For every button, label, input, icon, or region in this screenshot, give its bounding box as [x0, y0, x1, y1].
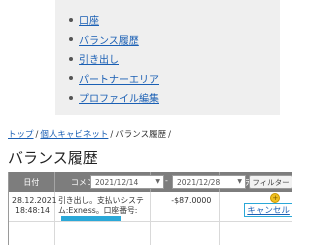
row-time: 18:48:14	[15, 206, 51, 215]
breadcrumb-separator: /	[35, 130, 39, 140]
bullet-icon	[69, 17, 73, 22]
breadcrumb-top-link[interactable]: トップ	[8, 130, 34, 140]
row-date-cell: 28.12.2021 18:48:14	[9, 192, 57, 221]
table-row: 28.12.2021 18:48:14 引き出し。支払いシステ ム:Exness…	[9, 192, 292, 222]
menu-item-partner-area: パートナーエリア	[69, 69, 280, 89]
menu-item-withdrawal: 引き出し	[69, 49, 280, 69]
breadcrumb-cabinet-link[interactable]: 個人キャビネット	[40, 130, 108, 140]
cancel-withdrawal-link[interactable]: キャンセル	[244, 203, 292, 217]
bullet-icon	[69, 95, 73, 100]
date-range-separator: -	[165, 176, 168, 185]
row-date-cell	[9, 222, 55, 245]
menu-item-profile-edit: プロファイル編集	[69, 88, 280, 108]
menu-item-accounts: 口座	[69, 10, 280, 30]
filter-button[interactable]: フィルター	[249, 175, 292, 189]
table-body: 28.12.2021 18:48:14 引き出し。支払いシステ ム:Exness…	[9, 192, 292, 245]
bullet-icon	[69, 56, 73, 61]
balance-history-table: 日付 コメント 量 ステータス 2021/12/14 ▼ - 2021/12/2…	[8, 172, 292, 245]
row-comment-cell: 引き出し。支払いシステ ム:Exness。口座番号:	[55, 192, 151, 221]
menu-link-balance-history[interactable]: バランス履歴	[79, 32, 139, 47]
pending-status-icon: +	[270, 193, 281, 203]
row-amount: -$87.0000	[151, 192, 221, 221]
row-status-cell: + キャンセル	[220, 192, 292, 221]
row-comment-line1: 引き出し。支払いシステ	[58, 196, 144, 205]
date-from-select[interactable]: 2021/12/14 ▼	[90, 175, 164, 189]
breadcrumb-separator: /	[110, 130, 114, 140]
table-row	[9, 222, 292, 245]
menu-link-accounts[interactable]: 口座	[79, 12, 99, 27]
chevron-down-icon: ▼	[155, 178, 160, 185]
breadcrumb-current: バランス履歴	[115, 130, 167, 140]
menu-item-balance-history: バランス履歴	[69, 30, 280, 50]
date-to-value: 2021/12/28	[177, 177, 221, 187]
table-header: 日付 コメント 量 ステータス 2021/12/14 ▼ - 2021/12/2…	[9, 172, 292, 192]
row-comment-line2-wrap: ム:Exness。口座番号:	[58, 206, 150, 216]
menu-link-profile-edit[interactable]: プロファイル編集	[79, 90, 159, 105]
row-comment-cell	[55, 222, 151, 245]
breadcrumb: トップ / 個人キャビネット / バランス履歴 /	[8, 128, 173, 140]
bullet-icon	[69, 76, 73, 81]
row-date: 28.12.2021	[12, 196, 57, 205]
row-status-cell	[220, 222, 292, 245]
chevron-down-icon: ▼	[237, 178, 242, 185]
page-title: バランス履歴	[8, 149, 98, 167]
row-comment-line2: ム:Exness。口座番号:	[58, 206, 138, 215]
redacted-account-number	[61, 216, 121, 221]
breadcrumb-separator: /	[168, 130, 171, 140]
bullet-icon	[69, 37, 73, 42]
header-date: 日付	[9, 172, 55, 192]
menu-link-partner-area[interactable]: パートナーエリア	[79, 71, 159, 86]
row-amount-cell	[151, 222, 221, 245]
date-to-select[interactable]: 2021/12/28 ▼	[172, 175, 246, 189]
date-from-value: 2021/12/14	[95, 177, 139, 187]
menu-link-withdrawal[interactable]: 引き出し	[79, 51, 119, 66]
account-menu: 口座 バランス履歴 引き出し パートナーエリア プロファイル編集	[55, 0, 280, 115]
account-menu-list: 口座 バランス履歴 引き出し パートナーエリア プロファイル編集	[55, 0, 280, 108]
